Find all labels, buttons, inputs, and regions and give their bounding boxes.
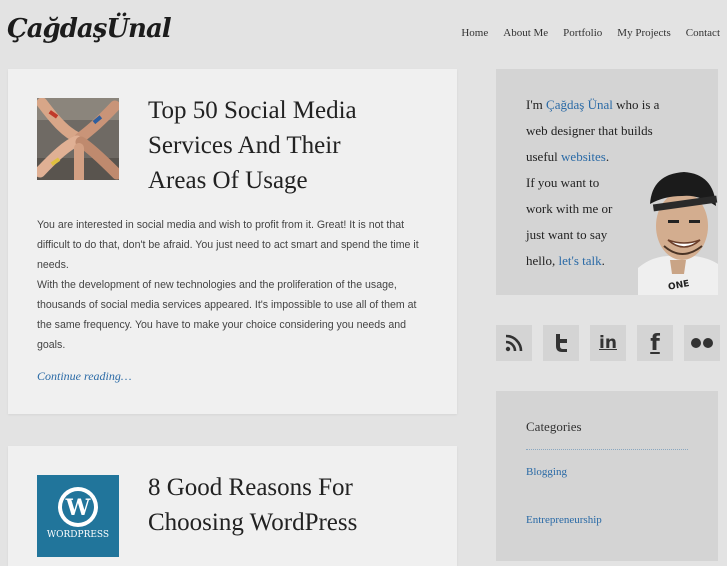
- post-excerpt: You are interested in social media and w…: [37, 219, 419, 351]
- post-title[interactable]: Top 50 Social Media Services And Their A…: [148, 93, 448, 198]
- nav-about-me[interactable]: About Me: [503, 27, 548, 39]
- nav-contact[interactable]: Contact: [686, 27, 720, 39]
- nav-home[interactable]: Home: [461, 27, 488, 39]
- flickr-icon[interactable]: [684, 325, 720, 361]
- websites-link[interactable]: websites: [561, 149, 606, 164]
- categories-title: Categories: [526, 419, 582, 434]
- facebook-icon[interactable]: f: [637, 325, 673, 361]
- social-links: in f: [496, 325, 720, 361]
- post-thumbnail[interactable]: [37, 98, 119, 180]
- post-card: Top 50 Social Media Services And Their A…: [8, 69, 457, 414]
- main-nav: Home About Me Portfolio My Projects Cont…: [446, 27, 720, 39]
- category-entrepreneurship[interactable]: Entrepreneurship: [526, 514, 602, 526]
- category-blogging[interactable]: Blogging: [526, 466, 567, 478]
- name-link[interactable]: Çağdaş Ünal: [546, 97, 613, 112]
- wordpress-label: WORDPRESS: [47, 530, 109, 540]
- twitter-icon[interactable]: [543, 325, 579, 361]
- nav-portfolio[interactable]: Portfolio: [563, 27, 602, 39]
- nav-my-projects[interactable]: My Projects: [617, 27, 670, 39]
- rss-icon[interactable]: [496, 325, 532, 361]
- about-box: I'm Çağdaş Ünal who is a web designer th…: [496, 69, 718, 295]
- site-logo[interactable]: ÇağdaşÜnal: [7, 14, 172, 44]
- svg-text:W: W: [65, 495, 91, 521]
- post-card: W WORDPRESS 8 Good Reasons For Choosing …: [8, 446, 457, 566]
- lets-talk-link[interactable]: let's talk: [559, 253, 602, 268]
- linkedin-icon[interactable]: in: [590, 325, 626, 361]
- categories-widget: Categories Blogging Entrepreneurship: [496, 391, 718, 561]
- continue-reading-link[interactable]: Continue reading…: [37, 369, 132, 384]
- post-title[interactable]: 8 Good Reasons For Choosing WordPress: [148, 470, 448, 540]
- avatar: ONE: [638, 172, 718, 295]
- divider: [526, 449, 688, 450]
